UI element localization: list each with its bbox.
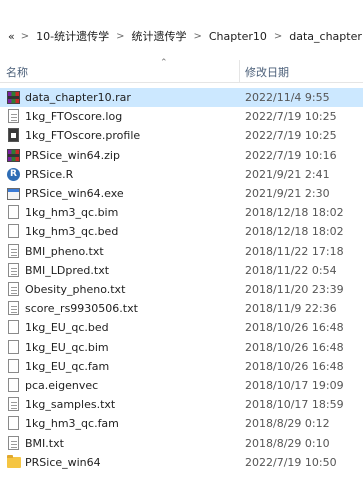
chevron-right-icon: > bbox=[273, 30, 283, 42]
file-name: BMI_LDpred.txt bbox=[25, 263, 110, 277]
file-name: PRSice_win64.zip bbox=[25, 148, 120, 162]
file-row[interactable]: 1kg_hm3_qc.fam 2018/8/29 0:12 bbox=[0, 414, 363, 433]
file-modified-date: 2018/8/29 0:12 bbox=[245, 417, 330, 431]
file-modified-date: 2018/10/26 16:48 bbox=[245, 321, 344, 335]
file-name: 1kg_hm3_qc.bed bbox=[25, 225, 119, 239]
breadcrumb-item[interactable]: data_chapter10 bbox=[288, 30, 363, 43]
executable-icon bbox=[7, 186, 21, 201]
file-name: score_rs9930506.txt bbox=[25, 302, 138, 316]
file-modified-date: 2022/7/19 10:25 bbox=[245, 129, 337, 143]
overflow-chevron-icon[interactable]: « bbox=[8, 30, 15, 43]
breadcrumb-item[interactable]: 10-统计遗传学 bbox=[35, 28, 110, 44]
file-modified-date: 2021/9/21 2:41 bbox=[245, 167, 330, 181]
blank-file-icon bbox=[7, 224, 21, 239]
file-row[interactable]: 1kg_samples.txt 2018/10/17 18:59 bbox=[0, 395, 363, 414]
blank-file-icon bbox=[7, 378, 21, 393]
rar-archive-icon bbox=[7, 148, 21, 163]
rar-archive-icon bbox=[7, 90, 21, 105]
file-modified-date: 2022/11/4 9:55 bbox=[245, 91, 330, 104]
file-row[interactable]: pca.eigenvec 2018/10/17 19:09 bbox=[0, 376, 363, 395]
text-file-icon bbox=[7, 262, 21, 278]
file-modified-date: 2018/12/18 18:02 bbox=[245, 225, 344, 239]
file-row[interactable]: 1kg_EU_qc.bim 2018/10/26 16:48 bbox=[0, 338, 363, 357]
text-file-icon bbox=[7, 301, 21, 316]
file-name: 1kg_EU_qc.bed bbox=[25, 321, 109, 335]
text-file-icon bbox=[7, 435, 21, 451]
column-header-date[interactable]: 修改日期 bbox=[245, 64, 289, 80]
file-name: 1kg_hm3_qc.bim bbox=[25, 206, 119, 220]
file-modified-date: 2018/11/9 22:36 bbox=[245, 302, 337, 316]
text-file-icon bbox=[7, 282, 21, 297]
file-modified-date: 2018/10/17 19:09 bbox=[245, 379, 344, 392]
file-modified-date: 2018/10/17 18:59 bbox=[245, 398, 344, 412]
file-name: data_chapter10.rar bbox=[25, 91, 131, 104]
file-modified-date: 2018/10/26 16:48 bbox=[245, 359, 344, 373]
text-file-icon bbox=[7, 243, 21, 259]
file-row[interactable]: BMI_pheno.txt 2018/11/22 17:18 bbox=[0, 242, 363, 261]
file-row[interactable]: BMI.txt 2018/8/29 0:10 bbox=[0, 434, 363, 453]
file-row[interactable]: 1kg_FTOscore.profile 2022/7/19 10:25 bbox=[0, 126, 363, 145]
file-row[interactable]: 1kg_EU_qc.bed 2018/10/26 16:48 bbox=[0, 318, 363, 337]
file-row[interactable]: 1kg_FTOscore.log 2022/7/19 10:25 bbox=[0, 107, 363, 126]
blank-file-icon bbox=[7, 339, 21, 355]
file-row[interactable]: BMI_LDpred.txt 2018/11/22 0:54 bbox=[0, 261, 363, 280]
r-script-icon: R bbox=[7, 167, 21, 182]
file-row[interactable]: PRSice_win64.zip 2022/7/19 10:16 bbox=[0, 146, 363, 165]
file-name: 1kg_FTOscore.profile bbox=[25, 129, 141, 143]
file-name: 1kg_FTOscore.log bbox=[25, 110, 123, 124]
file-name: PRSice_win64 bbox=[25, 455, 101, 469]
file-row[interactable]: Obesity_pheno.txt 2018/11/20 23:39 bbox=[0, 280, 363, 299]
chevron-right-icon: > bbox=[116, 30, 125, 42]
file-modified-date: 2018/11/22 17:18 bbox=[245, 244, 344, 258]
chevron-right-icon: > bbox=[20, 30, 30, 42]
file-modified-date: 2022/7/19 10:50 bbox=[245, 455, 337, 469]
chevron-right-icon: > bbox=[193, 30, 202, 42]
file-row[interactable]: 1kg_EU_qc.fam 2018/10/26 16:48 bbox=[0, 357, 363, 376]
file-name: 1kg_EU_qc.fam bbox=[25, 359, 110, 373]
file-name: 1kg_EU_qc.bim bbox=[25, 340, 109, 354]
file-modified-date: 2022/7/19 10:25 bbox=[245, 110, 337, 124]
file-row[interactable]: PRSice_win64.exe 2021/9/21 2:30 bbox=[0, 184, 363, 203]
text-file-icon bbox=[7, 109, 21, 124]
file-modified-date: 2021/9/21 2:30 bbox=[245, 187, 330, 200]
folder-icon bbox=[7, 454, 21, 470]
address-bar[interactable]: « > 10-统计遗传学 > 统计遗传学 > Chapter10 > data_… bbox=[0, 24, 363, 48]
file-modified-date: 2018/11/20 23:39 bbox=[245, 283, 344, 296]
file-name: Obesity_pheno.txt bbox=[25, 283, 126, 296]
blank-file-icon bbox=[7, 358, 21, 374]
file-row[interactable]: 1kg_hm3_qc.bim 2018/12/18 18:02 bbox=[0, 203, 363, 222]
text-file-icon bbox=[7, 397, 21, 412]
file-row[interactable]: score_rs9930506.txt 2018/11/9 22:36 bbox=[0, 299, 363, 318]
file-name: BMI_pheno.txt bbox=[25, 244, 104, 258]
file-modified-date: 2018/12/18 18:02 bbox=[245, 206, 344, 220]
file-name: pca.eigenvec bbox=[25, 379, 99, 392]
blank-file-icon bbox=[7, 205, 21, 220]
column-header-row: ⌃ 名称 修改日期 bbox=[0, 58, 363, 83]
file-name: BMI.txt bbox=[25, 436, 64, 450]
file-row[interactable]: data_chapter10.rar 2022/11/4 9:55 bbox=[0, 88, 363, 107]
breadcrumb-item[interactable]: Chapter10 bbox=[208, 30, 268, 43]
file-modified-date: 2018/11/22 0:54 bbox=[245, 263, 337, 277]
file-name: 1kg_hm3_qc.fam bbox=[25, 417, 119, 431]
file-name: PRSice_win64.exe bbox=[25, 187, 124, 200]
column-divider[interactable] bbox=[239, 60, 240, 82]
file-modified-date: 2018/10/26 16:48 bbox=[245, 340, 344, 354]
column-header-name[interactable]: 名称 bbox=[6, 64, 28, 80]
profile-file-icon bbox=[7, 128, 21, 143]
file-row[interactable]: R PRSice.R 2021/9/21 2:41 bbox=[0, 165, 363, 184]
file-modified-date: 2022/7/19 10:16 bbox=[245, 148, 337, 162]
blank-file-icon bbox=[7, 416, 21, 431]
breadcrumb-item[interactable]: 统计遗传学 bbox=[130, 28, 187, 44]
file-modified-date: 2018/8/29 0:10 bbox=[245, 436, 330, 450]
file-row[interactable]: 1kg_hm3_qc.bed 2018/12/18 18:02 bbox=[0, 222, 363, 241]
blank-file-icon bbox=[7, 320, 21, 335]
sort-indicator-icon: ⌃ bbox=[160, 58, 168, 68]
file-row[interactable]: PRSice_win64 2022/7/19 10:50 bbox=[0, 453, 363, 472]
file-name: PRSice.R bbox=[25, 167, 74, 181]
file-name: 1kg_samples.txt bbox=[25, 398, 116, 412]
